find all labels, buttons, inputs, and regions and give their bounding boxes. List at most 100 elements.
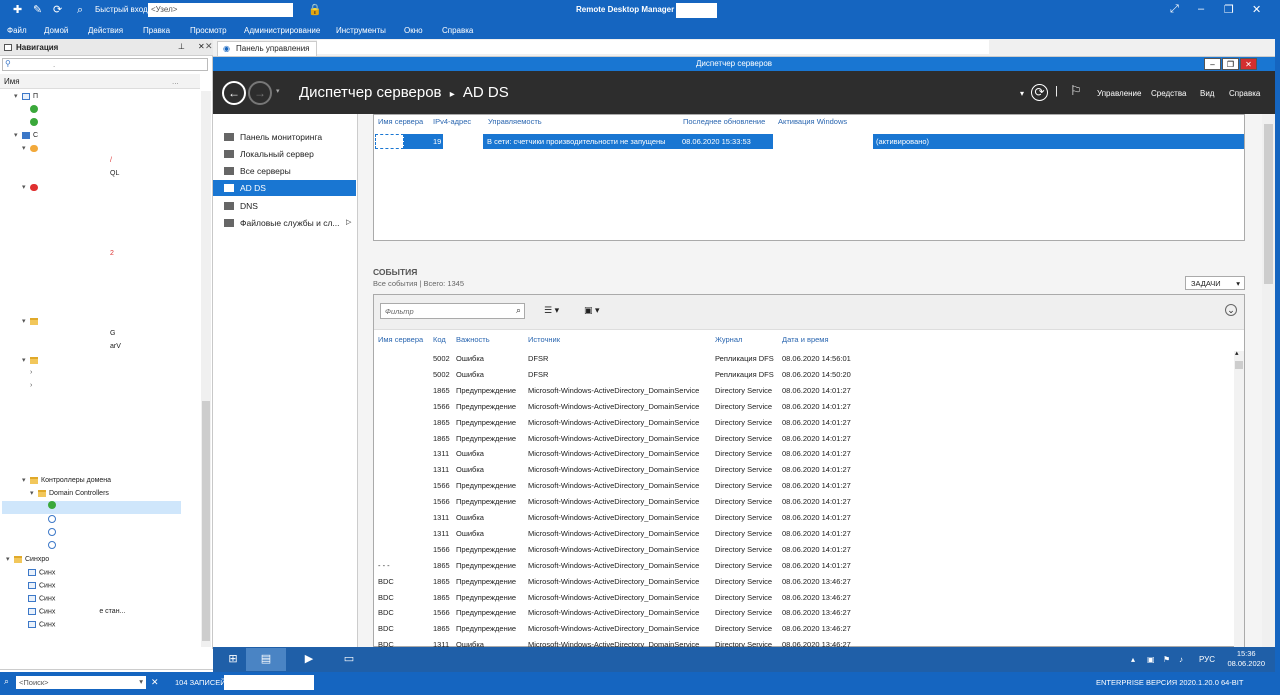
tasks-button[interactable]: ЗАДАЧИ ▾ <box>1185 276 1245 290</box>
sm-restore-button[interactable]: ❐ <box>1222 58 1239 70</box>
menu-edit[interactable]: Правка <box>143 26 170 35</box>
col-severity[interactable]: Важность <box>456 335 490 344</box>
back-button[interactable]: ← <box>222 81 246 105</box>
event-row[interactable]: 1865 Предупреждение Microsoft-Windows-Acti… <box>374 431 1234 447</box>
events-scrollbar[interactable]: ▴ <box>1234 350 1244 648</box>
event-row[interactable]: 5002 Ошибка DFSR Репликация DFS 08.06.2020 1… <box>374 367 1234 383</box>
tree-item[interactable]: QL <box>110 170 119 183</box>
event-row[interactable]: 1566 Предупреждение Microsoft-Windows-Acti… <box>374 542 1234 558</box>
tree-item[interactable]: › <box>30 369 38 382</box>
tree-item[interactable]: Синх <box>28 595 55 608</box>
event-row[interactable]: 1311 Ошибка Microsoft-Windows-ActiveDirect… <box>374 510 1234 526</box>
close-icon[interactable]: ✕ <box>1252 3 1261 16</box>
tree-item[interactable]: 2 <box>110 250 114 263</box>
col-code[interactable]: Код <box>433 335 446 344</box>
history-dropdown-icon[interactable]: ▾ <box>276 87 280 95</box>
col-server-name[interactable]: Имя сервера <box>378 117 423 126</box>
expand-icon[interactable]: ⌄ <box>1225 304 1237 316</box>
menu-home[interactable]: Домой <box>44 26 68 35</box>
event-row[interactable]: 1566 Предупреждение Microsoft-Windows-Acti… <box>374 478 1234 494</box>
menu-file[interactable]: Файл <box>7 26 27 35</box>
quick-connect-input[interactable]: <Узел> <box>148 3 293 17</box>
menu-tools[interactable]: Инструменты <box>336 26 386 35</box>
search-icon[interactable]: ⌕ <box>77 3 83 17</box>
refresh-icon[interactable]: ⟳ <box>53 3 62 17</box>
event-row[interactable]: 1566 Предупреждение Microsoft-Windows-Acti… <box>374 494 1234 510</box>
menu-manage[interactable]: Управление <box>1097 89 1141 98</box>
clear-search-icon[interactable]: ✕ <box>151 677 159 688</box>
sidenav-ad-ds[interactable]: AD DS <box>213 180 356 196</box>
navigation-column-header[interactable]: Имя ... <box>0 74 200 89</box>
tree-item[interactable]: ▾ <box>22 317 41 330</box>
col-ipv4[interactable]: IPv4-адрес <box>433 117 471 126</box>
event-row[interactable]: - - - 1865 Предупреждение Microsoft-Windows… <box>374 558 1234 574</box>
sidenav-file-services[interactable]: Файловые службы и сл... ▷ <box>213 215 356 231</box>
event-row[interactable]: 1311 Ошибка Microsoft-Windows-ActiveDirect… <box>374 446 1234 462</box>
event-row[interactable]: 1865 Предупреждение Microsoft-Windows-Acti… <box>374 415 1234 431</box>
sidenav-dns[interactable]: DNS <box>213 198 356 214</box>
tree-item[interactable]: ▾ П <box>14 92 38 105</box>
maximize-icon[interactable]: ❐ <box>1224 3 1234 16</box>
col-last-update[interactable]: Последнее обновление <box>683 117 765 126</box>
event-row[interactable]: BDC 1865 Предупреждение Microsoft-Windows-A… <box>374 590 1234 606</box>
tree-item[interactable]: Синх <box>28 621 55 634</box>
event-row[interactable]: 5002 Ошибка DFSR Репликация DFS 08.06.2020 1… <box>374 351 1234 367</box>
minimize-icon[interactable]: – <box>1198 3 1204 15</box>
sm-dropdown-icon[interactable]: ▾ <box>1020 89 1024 98</box>
tray-expand-icon[interactable]: ▴ <box>1131 655 1135 664</box>
tree-item[interactable] <box>30 105 41 118</box>
tree-item[interactable] <box>48 515 59 528</box>
event-row[interactable]: 1311 Ошибка Microsoft-Windows-ActiveDirect… <box>374 526 1234 542</box>
tray-network-icon[interactable]: ▣ <box>1147 655 1155 664</box>
search-scope-icon[interactable]: ⌕ <box>4 676 9 687</box>
event-row[interactable]: 1311 Ошибка Microsoft-Windows-ActiveDirect… <box>374 462 1234 478</box>
tree-item[interactable]: Синх е стан... <box>28 608 125 621</box>
navigation-scrollbar[interactable] <box>201 91 211 647</box>
powershell-taskbar-button[interactable]: ▶ <box>289 648 329 671</box>
search-input[interactable]: <Поиск> ▾ <box>16 676 146 689</box>
edit-icon[interactable]: ✎ <box>33 3 42 17</box>
navigation-search-input[interactable]: ⚲ . <box>2 58 208 71</box>
tree-item-sync-folder[interactable]: ▾ Синхро <box>6 555 49 568</box>
sm-minimize-button[interactable]: – <box>1204 58 1221 70</box>
event-row[interactable]: BDC 1865 Предупреждение Microsoft-Windows-A… <box>374 621 1234 637</box>
tree-item[interactable]: ▾ <box>22 144 41 157</box>
notifications-flag-icon[interactable]: ⚐ <box>1070 83 1082 99</box>
tree-item[interactable]: ▾ С <box>14 131 38 144</box>
tree-item-selected[interactable] <box>2 501 181 514</box>
language-indicator[interactable]: РУС <box>1199 655 1215 664</box>
menu-administration[interactable]: Администрирование <box>244 26 320 35</box>
col-log[interactable]: Журнал <box>715 335 742 344</box>
menu-tools[interactable]: Средства <box>1151 89 1186 98</box>
clock[interactable]: 15:36 08.06.2020 <box>1227 649 1265 669</box>
explorer-taskbar-button[interactable]: ▭ <box>329 648 369 671</box>
sidenav-dashboard[interactable]: Панель мониторинга <box>213 129 356 145</box>
menu-view[interactable]: Вид <box>1200 89 1214 98</box>
event-row[interactable]: 1566 Предупреждение Microsoft-Windows-Acti… <box>374 399 1234 415</box>
col-server-name[interactable]: Имя сервера <box>378 335 423 344</box>
event-row[interactable]: BDC 1566 Предупреждение Microsoft-Windows-A… <box>374 605 1234 621</box>
refresh-icon[interactable]: ⟳ <box>1031 84 1048 101</box>
sidenav-local-server[interactable]: Локальный сервер <box>213 146 356 162</box>
close-pane-icon[interactable]: ✕ <box>198 42 205 51</box>
add-icon[interactable]: ✚ <box>13 3 22 17</box>
tree-item[interactable]: / <box>110 157 112 170</box>
tree-item[interactable]: G <box>110 330 115 343</box>
sm-close-button[interactable]: ✕ <box>1240 58 1257 70</box>
menu-actions[interactable]: Действия <box>88 26 123 35</box>
menu-window[interactable]: Окно <box>404 26 423 35</box>
col-date-time[interactable]: Дата и время <box>782 335 829 344</box>
tree-item[interactable]: Синх <box>28 569 55 582</box>
menu-help[interactable]: Справка <box>1229 89 1260 98</box>
close-tab-icon[interactable]: ✕ <box>205 41 213 52</box>
tree-item[interactable] <box>48 528 59 541</box>
col-manageability[interactable]: Управляемость <box>488 117 542 126</box>
main-scrollbar[interactable] <box>1262 114 1275 647</box>
filter-input[interactable]: Фильтр ⌕ <box>380 303 525 319</box>
tray-volume-icon[interactable]: ♪ <box>1179 655 1183 664</box>
sidenav-all-servers[interactable]: Все серверы <box>213 163 356 179</box>
menu-help[interactable]: Справка <box>442 26 473 35</box>
tree-item[interactable] <box>30 118 41 131</box>
tree-item[interactable]: Синх <box>28 582 55 595</box>
save-query-icon[interactable]: ▣ ▾ <box>584 305 600 316</box>
